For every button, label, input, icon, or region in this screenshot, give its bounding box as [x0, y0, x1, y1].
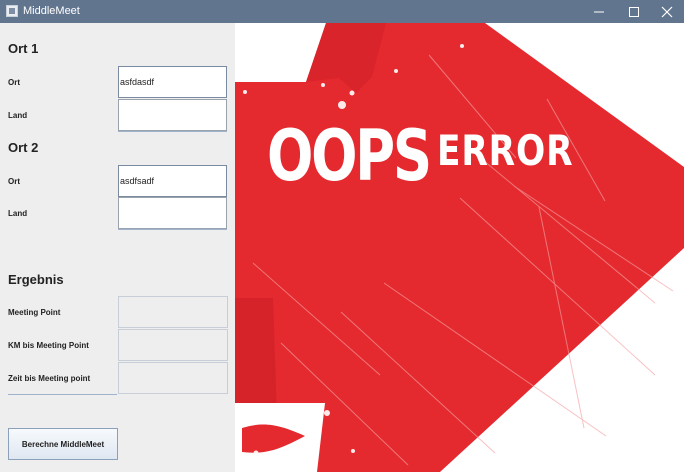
section-result-heading: Ergebnis [8, 272, 64, 287]
ort2-input-underline [118, 229, 227, 230]
ort2-country-input[interactable] [118, 197, 227, 229]
close-button[interactable] [650, 0, 684, 23]
ort1-country-input[interactable] [118, 99, 227, 131]
km-distance-label: KM bis Meeting Point [8, 341, 89, 350]
ort1-input-underline [118, 131, 227, 132]
maximize-button[interactable] [617, 0, 651, 23]
error-graphic [235, 23, 684, 472]
ort1-city-label: Ort [8, 78, 20, 87]
ort2-country-label: Land [8, 209, 28, 218]
ort1-country-label: Land [8, 111, 28, 120]
app-icon [6, 5, 18, 17]
ort2-city-label: Ort [8, 177, 20, 186]
ort2-city-input[interactable] [118, 165, 227, 197]
close-icon [661, 6, 673, 18]
error-image-panel: OOPS ERROR [235, 23, 684, 472]
section-ort2-heading: Ort 2 [8, 140, 39, 155]
meeting-point-label: Meeting Point [8, 308, 61, 317]
time-distance-output [118, 362, 228, 394]
calculate-middlemeet-button[interactable]: Berechne MiddleMeet [8, 428, 118, 460]
window-title: MiddleMeet [23, 5, 80, 17]
section-ort1-heading: Ort 1 [8, 41, 39, 56]
maximize-icon [629, 7, 639, 17]
km-distance-output [118, 329, 228, 361]
minimize-button[interactable] [582, 0, 616, 23]
meeting-point-output [118, 296, 228, 328]
time-distance-label: Zeit bis Meeting point [8, 374, 91, 383]
result-divider [8, 394, 117, 395]
error-heading: ERROR [437, 126, 574, 175]
minimize-icon [594, 11, 604, 13]
oops-heading: OOPS [267, 115, 432, 197]
window-titlebar: MiddleMeet [0, 0, 684, 23]
ort1-city-input[interactable] [118, 66, 227, 98]
form-panel: Ort 1 Ort Land Ort 2 Ort Land Ergebnis M… [0, 23, 235, 472]
